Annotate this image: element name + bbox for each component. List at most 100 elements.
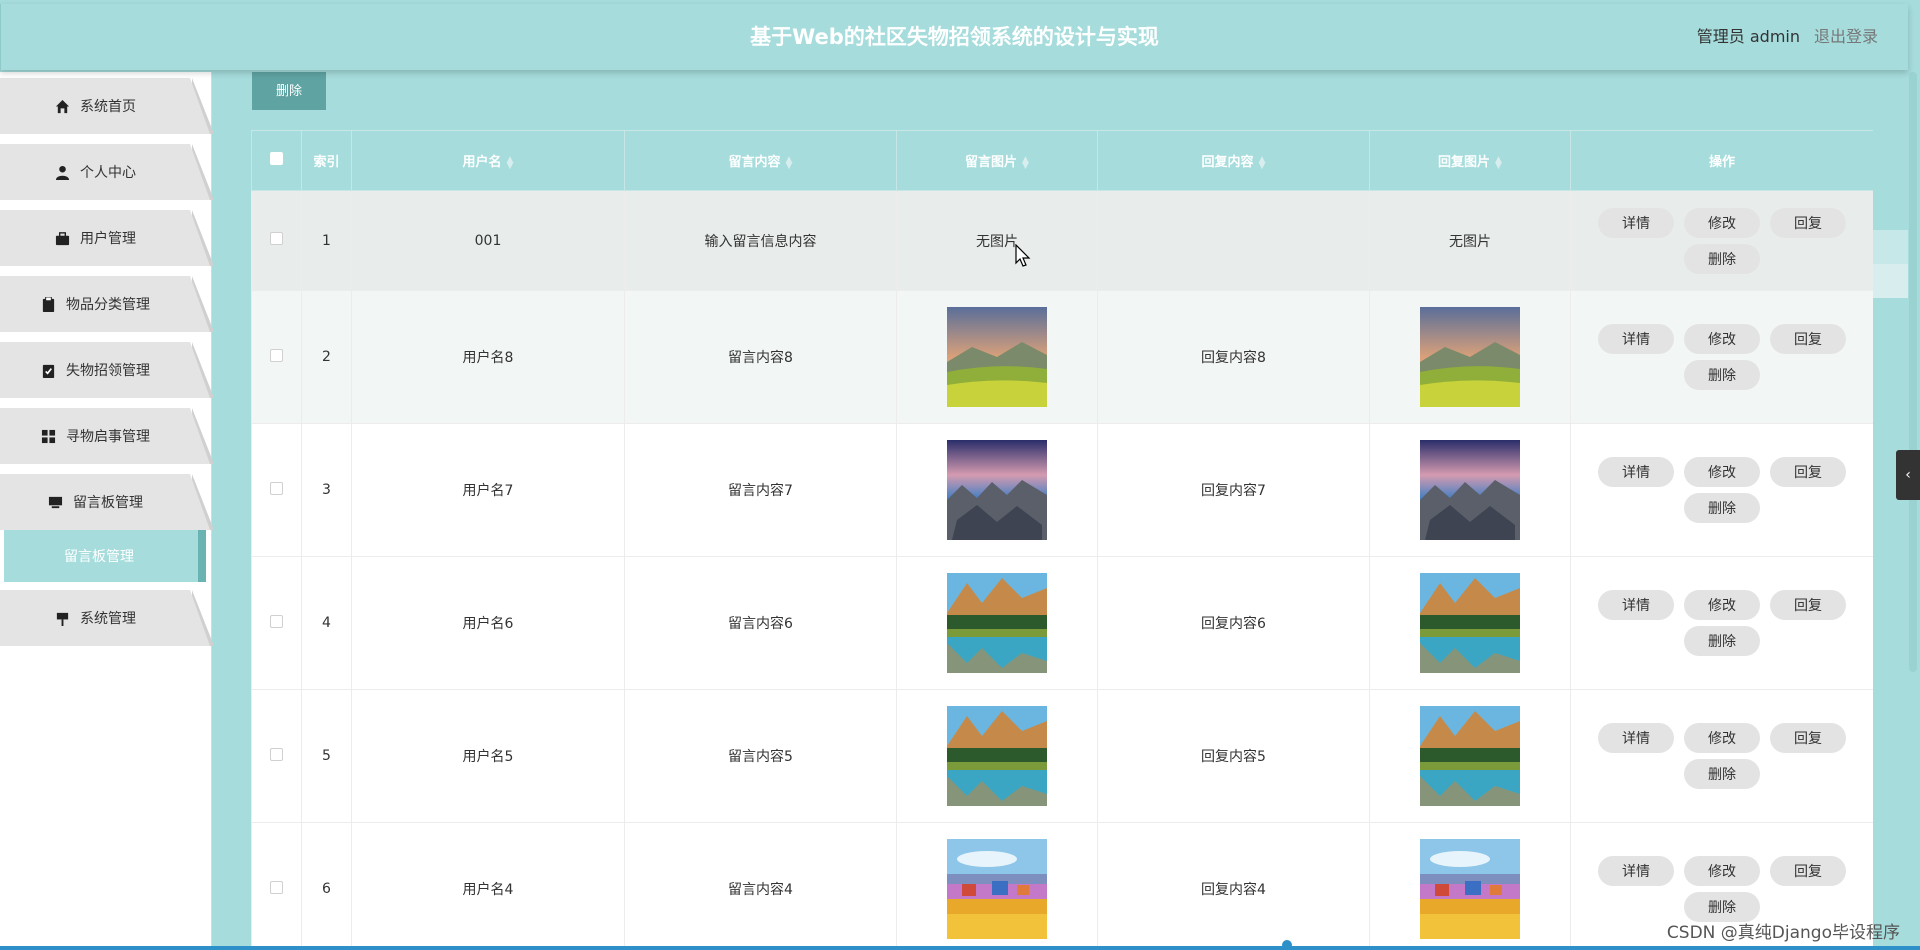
sort-icon[interactable]: ▲ ▼ <box>786 155 793 170</box>
row-checkbox[interactable] <box>270 481 283 495</box>
row-checkbox-cell[interactable] <box>251 290 302 424</box>
thumbnail-image[interactable] <box>1420 307 1520 407</box>
table-row[interactable]: 4 用户名6 留言内容6 回复内容6 详情 修改 回复 删除 <box>251 556 1873 690</box>
detail-button[interactable]: 详情 <box>1598 207 1674 238</box>
column-header-reply[interactable]: 回复内容 ▲ ▼ <box>1097 130 1370 191</box>
detail-button[interactable]: 详情 <box>1598 856 1674 886</box>
sidebar-item-home[interactable]: 系统首页 <box>0 78 214 134</box>
page-scrollbar[interactable] <box>1908 72 1918 950</box>
sidebar-item-lost-notice[interactable]: 寻物启事管理 <box>0 408 214 464</box>
reply-button[interactable]: 回复 <box>1770 324 1846 354</box>
edit-button[interactable]: 修改 <box>1684 324 1760 354</box>
edit-button[interactable]: 修改 <box>1684 457 1760 487</box>
cell-actions: 详情 修改 回复 删除 <box>1570 423 1873 557</box>
cell-actions: 详情 修改 回复 删除 <box>1570 556 1873 690</box>
row-checkbox[interactable] <box>270 232 283 245</box>
table-row[interactable]: 6 用户名4 留言内容4 回复内容4 详情 修改 回复 删除 <box>251 822 1873 950</box>
collapse-panel-toggle[interactable]: ‹ <box>1896 450 1920 500</box>
select-all-cell[interactable] <box>251 130 302 191</box>
sidebar-subitem-messages[interactable]: 留言板管理 <box>4 530 206 582</box>
row-checkbox-cell[interactable] <box>251 556 302 690</box>
row-checkbox[interactable] <box>270 747 283 761</box>
sort-icon[interactable]: ▲ ▼ <box>1259 155 1266 170</box>
sidebar-item-system[interactable]: 系统管理 <box>0 590 214 646</box>
thumbnail-image[interactable] <box>947 573 1047 673</box>
sidebar-item-users[interactable]: 用户管理 <box>0 210 214 266</box>
clipboard-icon <box>40 296 56 312</box>
reply-button[interactable]: 回复 <box>1770 207 1846 238</box>
detail-button[interactable]: 详情 <box>1598 590 1674 620</box>
row-checkbox[interactable] <box>270 880 283 894</box>
thumbnail-image[interactable] <box>1420 706 1520 806</box>
column-header-image[interactable]: 留言图片 ▲ ▼ <box>896 130 1098 191</box>
edit-button[interactable]: 修改 <box>1684 207 1760 238</box>
select-all-checkbox[interactable] <box>270 152 283 165</box>
thumbnail-image[interactable] <box>1420 839 1520 939</box>
column-header-reply-image[interactable]: 回复图片 ▲ ▼ <box>1369 130 1571 191</box>
cell-index: 5 <box>301 689 352 823</box>
batch-delete-button[interactable]: 删除 <box>252 72 326 110</box>
cell-image: 无图片 <box>896 190 1098 291</box>
row-checkbox-cell[interactable] <box>251 822 302 950</box>
sidebar-item-profile[interactable]: 个人中心 <box>0 144 214 200</box>
cell-reply: 回复内容4 <box>1097 822 1370 950</box>
cell-content: 留言内容8 <box>624 290 897 424</box>
cell-username: 001 <box>351 190 625 291</box>
briefcase-icon <box>54 230 70 246</box>
edit-button[interactable]: 修改 <box>1684 856 1760 886</box>
row-checkbox[interactable] <box>270 614 283 628</box>
cell-reply: 回复内容7 <box>1097 423 1370 557</box>
delete-button[interactable]: 删除 <box>1684 626 1760 656</box>
detail-button[interactable]: 详情 <box>1598 723 1674 753</box>
sort-icon[interactable]: ▲ ▼ <box>507 155 514 170</box>
sort-icon[interactable]: ▲ ▼ <box>1495 155 1502 170</box>
table-row[interactable]: 2 用户名8 留言内容8 回复内容8 详情 修改 回复 删除 <box>251 290 1873 424</box>
sidebar-item-label: 寻物启事管理 <box>66 429 150 445</box>
reply-button[interactable]: 回复 <box>1770 723 1846 753</box>
delete-button[interactable]: 删除 <box>1684 493 1760 523</box>
sidebar-item-label: 物品分类管理 <box>66 297 150 313</box>
row-checkbox[interactable] <box>270 348 283 362</box>
sort-icon[interactable]: ▲ ▼ <box>1022 155 1029 170</box>
sidebar: 系统首页 个人中心 用户管理 物品分类管理 失物招领管理 寻物启事管理 留言板管… <box>0 72 214 946</box>
logout-link[interactable]: 退出登录 <box>1814 4 1878 70</box>
reply-button[interactable]: 回复 <box>1770 457 1846 487</box>
detail-button[interactable]: 详情 <box>1598 324 1674 354</box>
cell-reply-image <box>1369 689 1571 823</box>
clipboard-check-icon <box>40 362 56 378</box>
row-checkbox-cell[interactable] <box>251 190 302 291</box>
column-label: 索引 <box>313 155 340 170</box>
thumbnail-image[interactable] <box>947 307 1047 407</box>
column-label: 回复内容 <box>1201 155 1254 170</box>
row-checkbox-cell[interactable] <box>251 423 302 557</box>
reply-button[interactable]: 回复 <box>1770 590 1846 620</box>
table-row[interactable]: 5 用户名5 留言内容5 回复内容5 详情 修改 回复 删除 <box>251 689 1873 823</box>
reply-button[interactable]: 回复 <box>1770 856 1846 886</box>
delete-button[interactable]: 删除 <box>1684 360 1760 390</box>
delete-button[interactable]: 删除 <box>1684 759 1760 789</box>
sign-icon <box>54 610 70 626</box>
bottom-border <box>0 946 1920 950</box>
scroll-indicator-dot <box>1282 940 1292 950</box>
column-header-username[interactable]: 用户名 ▲ ▼ <box>351 130 625 191</box>
cell-content: 留言内容5 <box>624 689 897 823</box>
thumbnail-image[interactable] <box>947 839 1047 939</box>
thumbnail-image[interactable] <box>947 706 1047 806</box>
detail-button[interactable]: 详情 <box>1598 457 1674 487</box>
column-label: 用户名 <box>462 155 502 170</box>
column-header-content[interactable]: 留言内容 ▲ ▼ <box>624 130 897 191</box>
table-row[interactable]: 1 001 输入留言信息内容 无图片 无图片 详情 修改 回复 删除 <box>251 190 1873 291</box>
sidebar-item-lost-found[interactable]: 失物招领管理 <box>0 342 214 398</box>
row-checkbox-cell[interactable] <box>251 689 302 823</box>
sidebar-item-categories[interactable]: 物品分类管理 <box>0 276 214 332</box>
cell-content: 输入留言信息内容 <box>624 190 897 291</box>
thumbnail-image[interactable] <box>947 440 1047 540</box>
thumbnail-image[interactable] <box>1420 440 1520 540</box>
delete-button[interactable]: 删除 <box>1684 243 1760 274</box>
scrollbar-thumb[interactable] <box>1909 72 1917 672</box>
sidebar-item-messages[interactable]: 留言板管理 <box>0 474 214 530</box>
edit-button[interactable]: 修改 <box>1684 723 1760 753</box>
thumbnail-image[interactable] <box>1420 573 1520 673</box>
edit-button[interactable]: 修改 <box>1684 590 1760 620</box>
table-row[interactable]: 3 用户名7 留言内容7 回复内容7 详情 修改 回复 删除 <box>251 423 1873 557</box>
